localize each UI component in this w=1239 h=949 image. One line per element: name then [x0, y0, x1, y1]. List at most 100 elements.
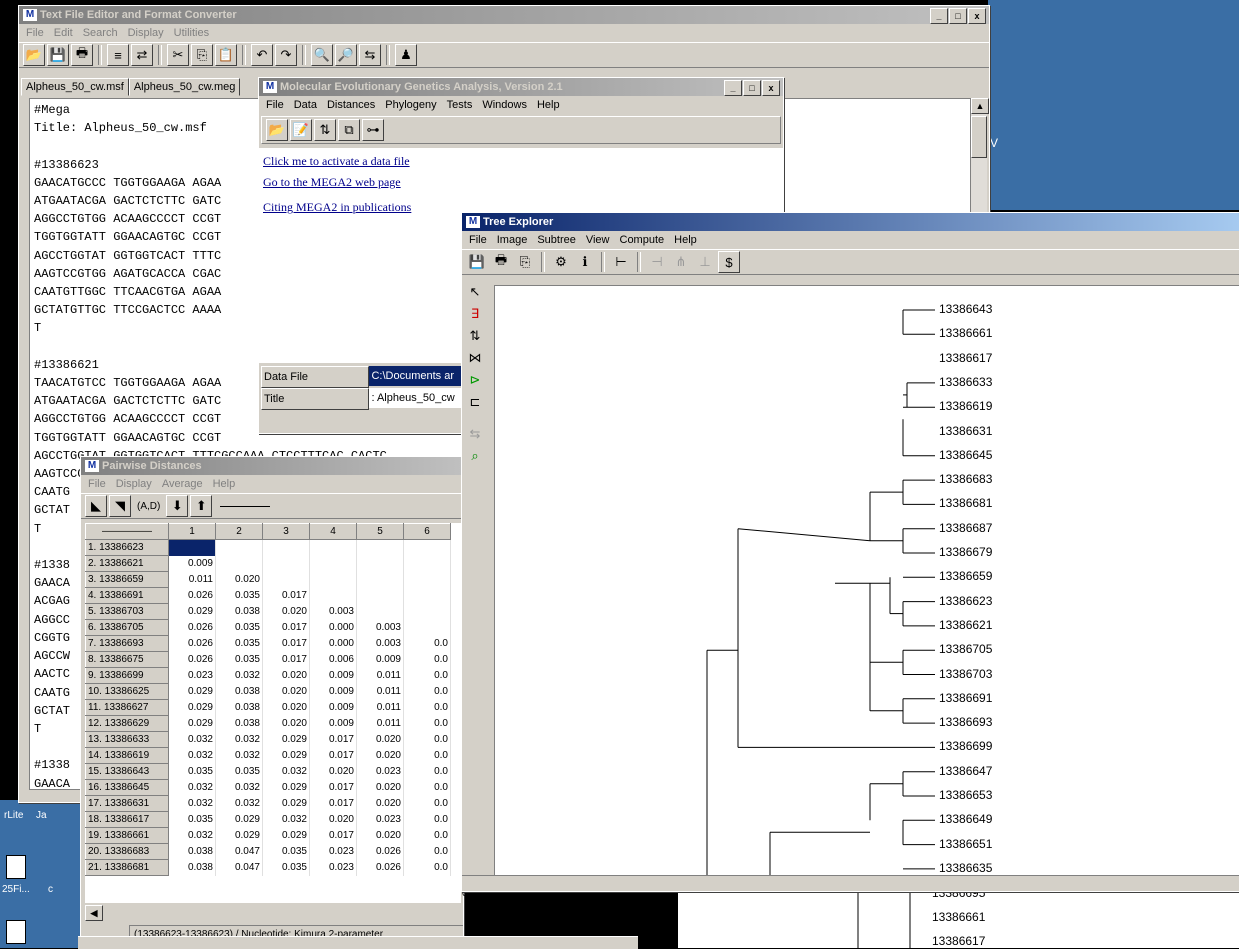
distance-cell[interactable]: [356, 555, 404, 572]
column-header[interactable]: 5: [356, 523, 404, 540]
distance-cell[interactable]: 0.020: [356, 827, 404, 844]
distance-cell[interactable]: 0.020: [262, 715, 310, 732]
distance-cell[interactable]: 0.038: [168, 843, 216, 860]
taxon-label[interactable]: 13386645: [939, 448, 992, 462]
distance-cell[interactable]: 0.009: [309, 667, 357, 684]
save-icon[interactable]: 💾: [466, 251, 488, 273]
root-icon[interactable]: ∃: [464, 303, 486, 325]
row-header[interactable]: 15. 13386643: [85, 763, 169, 780]
distance-cell[interactable]: [403, 571, 451, 588]
taxon-label[interactable]: 13386651: [939, 837, 992, 851]
menu-file[interactable]: File: [83, 478, 111, 490]
rectangular-tree-icon[interactable]: ⊣: [646, 251, 668, 273]
taxon-label[interactable]: 13386699: [939, 739, 992, 753]
distance-cell[interactable]: 0.020: [262, 699, 310, 716]
distance-cell[interactable]: 0.0: [403, 635, 451, 652]
edit-data-icon[interactable]: 📝: [290, 119, 312, 141]
distance-cell[interactable]: 0.035: [262, 859, 310, 876]
distance-cell[interactable]: 0.035: [215, 587, 263, 604]
distance-cell[interactable]: 0.020: [309, 763, 357, 780]
distance-cell[interactable]: [403, 603, 451, 620]
distance-cell[interactable]: 0.035: [215, 763, 263, 780]
distance-cell[interactable]: 0.006: [309, 651, 357, 668]
convert-icon[interactable]: ⇄: [131, 44, 153, 66]
distance-cell[interactable]: [215, 539, 263, 556]
row-header[interactable]: 20. 13386683: [85, 843, 169, 860]
tab-msf[interactable]: Alpheus_50_cw.msf: [21, 78, 129, 96]
distance-cell[interactable]: [309, 571, 357, 588]
scroll-up-icon[interactable]: ▲: [971, 98, 989, 114]
distance-cell[interactable]: 0.020: [262, 603, 310, 620]
pairwise-titlebar[interactable]: M Pairwise Distances: [81, 457, 463, 475]
menu-tests[interactable]: Tests: [442, 99, 478, 111]
menu-average[interactable]: Average: [157, 478, 208, 490]
taxon-label[interactable]: 13386633: [939, 375, 992, 389]
distance-cell[interactable]: 0.017: [309, 779, 357, 796]
distance-cell[interactable]: [356, 539, 404, 556]
distance-cell[interactable]: 0.029: [168, 699, 216, 716]
expand-icon[interactable]: ⊳: [464, 369, 486, 391]
distance-cell[interactable]: 0.020: [356, 795, 404, 812]
save-icon[interactable]: 💾: [47, 44, 69, 66]
user-icon[interactable]: ♟: [395, 44, 417, 66]
activate-data-link[interactable]: Click me to activate a data file: [263, 154, 783, 169]
distance-cell[interactable]: [403, 619, 451, 636]
taxon-label[interactable]: 13386621: [939, 618, 992, 632]
slanted-tree-icon[interactable]: ⋔: [670, 251, 692, 273]
distance-cell[interactable]: 0.029: [215, 827, 263, 844]
distance-cell[interactable]: [356, 571, 404, 588]
row-header[interactable]: 12. 13386629: [85, 715, 169, 732]
menu-windows[interactable]: Windows: [477, 99, 532, 111]
column-header[interactable]: 3: [262, 523, 310, 540]
distance-cell[interactable]: 0.020: [356, 747, 404, 764]
close-icon[interactable]: x: [968, 8, 986, 24]
distance-cell[interactable]: 0.0: [403, 811, 451, 828]
distance-cell[interactable]: 0.0: [403, 699, 451, 716]
distance-cell[interactable]: 0.026: [168, 651, 216, 668]
close-icon[interactable]: x: [762, 80, 780, 96]
subtree-icon[interactable]: ⊏: [464, 391, 486, 413]
distance-cell[interactable]: 0.011: [168, 571, 216, 588]
row-header[interactable]: 11. 13386627: [85, 699, 169, 716]
editor-titlebar[interactable]: M Text File Editor and Format Converter _…: [19, 6, 989, 24]
print-icon[interactable]: 🖶: [71, 44, 93, 66]
taxon-label[interactable]: 13386659: [939, 569, 992, 583]
taxon-label[interactable]: 13386617: [932, 934, 985, 948]
taxon-label[interactable]: 13386635: [939, 861, 992, 875]
distance-cell[interactable]: 0.047: [215, 843, 263, 860]
distance-cell[interactable]: 0.000: [309, 635, 357, 652]
distance-cell[interactable]: 0.026: [168, 587, 216, 604]
menu-edit[interactable]: Edit: [49, 27, 78, 39]
taxon-label[interactable]: 13386687: [939, 521, 992, 535]
taxon-label[interactable]: 13386619: [939, 399, 992, 413]
distance-cell[interactable]: 0.023: [309, 843, 357, 860]
row-header[interactable]: 16. 13386645: [85, 779, 169, 796]
distance-cell[interactable]: 0.032: [215, 667, 263, 684]
distance-cell[interactable]: 0.026: [168, 619, 216, 636]
row-header[interactable]: 21. 13386681: [85, 859, 169, 876]
distance-cell[interactable]: 0.035: [168, 811, 216, 828]
taxon-label[interactable]: 13386661: [932, 910, 985, 924]
distance-cell[interactable]: 0.020: [309, 811, 357, 828]
distance-cell[interactable]: 0.003: [356, 635, 404, 652]
distance-cell[interactable]: 0.009: [356, 651, 404, 668]
distance-cell[interactable]: 0.0: [403, 763, 451, 780]
distance-cell[interactable]: 0.017: [262, 587, 310, 604]
distance-cell[interactable]: 0.032: [262, 763, 310, 780]
taxon-label[interactable]: 13386691: [939, 691, 992, 705]
distance-cell[interactable]: 0.000: [309, 619, 357, 636]
options-icon[interactable]: ⚙: [550, 251, 572, 273]
taxon-label[interactable]: 13386653: [939, 788, 992, 802]
distance-cell[interactable]: 0.003: [356, 619, 404, 636]
distance-cell[interactable]: 0.017: [309, 747, 357, 764]
paste-icon[interactable]: 📋: [215, 44, 237, 66]
distance-cell[interactable]: 0.0: [403, 651, 451, 668]
distance-cell[interactable]: 0.009: [309, 683, 357, 700]
windows-icon[interactable]: ⧉: [338, 119, 360, 141]
distance-cell[interactable]: 0.035: [215, 651, 263, 668]
distance-cell[interactable]: 0.020: [356, 779, 404, 796]
menu-help[interactable]: Help: [208, 478, 241, 490]
distance-cell[interactable]: 0.035: [215, 635, 263, 652]
maximize-icon[interactable]: □: [949, 8, 967, 24]
menu-display[interactable]: Display: [111, 478, 157, 490]
